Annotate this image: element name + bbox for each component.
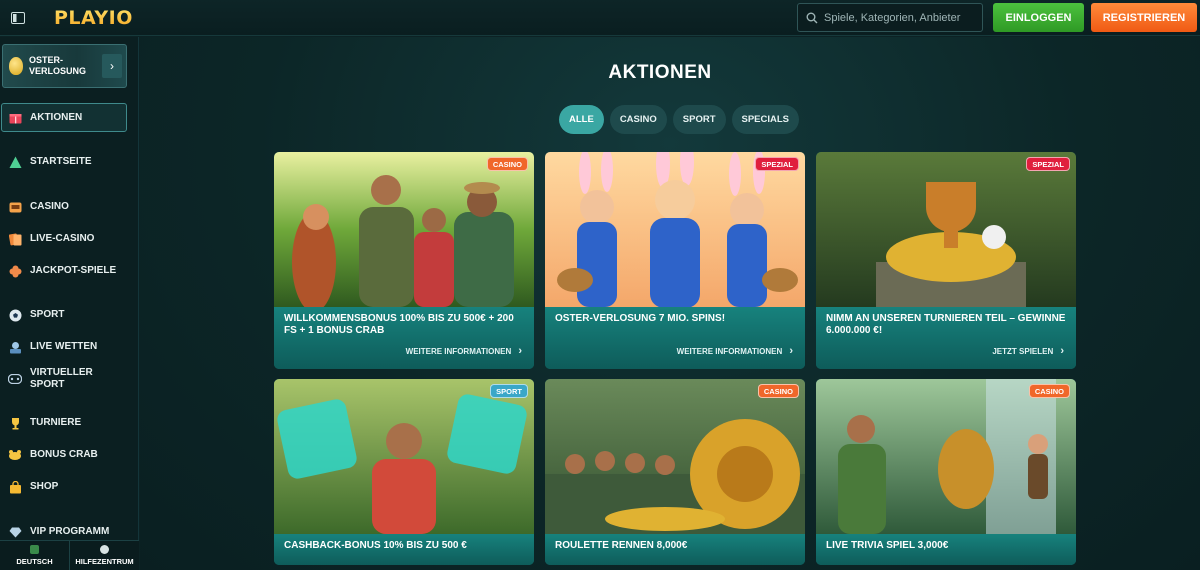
- gamepad-icon: [8, 372, 22, 386]
- card-title: NIMM AN UNSEREN TURNIEREN TEIL – GEWINNE…: [826, 313, 1066, 336]
- card-info: CASHBACK-BONUS 10% BIS ZU 500 €: [274, 534, 534, 565]
- live-icon: [8, 340, 22, 354]
- play-now-link[interactable]: JETZT SPIELEN: [992, 345, 1064, 357]
- promo-image-jungle-trivia: [816, 379, 1076, 534]
- sidebar-item-label: LIVE WETTEN: [30, 341, 98, 352]
- sidebar-item-label: AKTIONEN: [30, 112, 83, 123]
- sidebar-item-label: STARTSEITE: [30, 156, 92, 167]
- promo-card-easter-raffle[interactable]: SPEZIAL OSTER-VERLOSUNG 7 MIO. SPINS! WE…: [545, 152, 805, 369]
- category-badge: SPEZIAL: [1026, 157, 1070, 171]
- sidebar-item-label: SHOP: [30, 481, 59, 492]
- filter-specials[interactable]: SPECIALS: [731, 105, 800, 134]
- top-bar: PLAYIO EINLOGGEN REGISTRIEREN: [0, 0, 1200, 36]
- sidebar-item-live-casino[interactable]: LIVE-CASINO: [8, 232, 133, 246]
- sidebar-item-label: BONUS CRAB: [30, 449, 98, 460]
- sidebar-footer: DEUTSCH HILFEZENTRUM: [0, 540, 139, 570]
- card-title: LIVE TRIVIA SPIEL 3,000€: [826, 540, 949, 551]
- promo-image-dice-cashback: [274, 379, 534, 534]
- sidebar-promo-easter[interactable]: OSTER-VERLOSUNG ›: [2, 44, 127, 88]
- main-content: AKTIONEN ALLE CASINO SPORT SPECIALS CASI…: [140, 37, 1200, 570]
- soccer-ball-icon: [8, 308, 22, 322]
- promo-image-roulette-swamp: [545, 379, 805, 534]
- promo-image-trophy-gold: [816, 152, 1076, 307]
- promo-image-easter-bunnies: [545, 152, 805, 308]
- promo-card-welcome-bonus[interactable]: CASINO WILLKOMMENSBONUS 100% BIS ZU 500€…: [274, 152, 534, 369]
- sidebar-item-label: JACKPOT-SPIELE: [30, 265, 117, 276]
- card-title: CASHBACK-BONUS 10% BIS ZU 500 €: [284, 540, 467, 551]
- promo-card-tournaments[interactable]: SPEZIAL NIMM AN UNSEREN TURNIEREN TEIL –…: [816, 152, 1076, 369]
- sidebar: OSTER-VERLOSUNG › AKTIONEN STARTSEITE CA…: [0, 37, 139, 570]
- language-label: DEUTSCH: [16, 557, 53, 566]
- more-info-link[interactable]: WEITERE INFORMATIONEN: [406, 345, 522, 357]
- help-label: HILFEZENTRUM: [75, 557, 134, 566]
- sidebar-item-label: VIRTUELLER SPORT: [30, 367, 93, 390]
- crab-icon: [8, 448, 22, 462]
- search-input[interactable]: [824, 11, 974, 24]
- shop-bag-icon: [8, 480, 22, 494]
- sidebar-item-virtueller-sport[interactable]: VIRTUELLER SPORT: [8, 367, 133, 391]
- card-info: OSTER-VERLOSUNG 7 MIO. SPINS! WEITERE IN…: [545, 307, 805, 369]
- globe-icon: [30, 545, 39, 554]
- register-button[interactable]: REGISTRIEREN: [1091, 3, 1197, 32]
- page-title: AKTIONEN: [608, 62, 712, 83]
- promo-card-live-trivia[interactable]: CASINO LIVE TRIVIA SPIEL 3,000€: [816, 379, 1076, 565]
- card-title: OSTER-VERLOSUNG 7 MIO. SPINS!: [555, 313, 726, 324]
- search-box[interactable]: [797, 3, 983, 32]
- card-info: ROULETTE RENNEN 8,000€: [545, 534, 805, 565]
- sidebar-item-jackpot[interactable]: JACKPOT-SPIELE: [8, 264, 133, 278]
- more-info-link[interactable]: WEITERE INFORMATIONEN: [677, 345, 793, 357]
- gift-icon: [8, 111, 22, 125]
- sidebar-toggle-icon[interactable]: [0, 0, 36, 36]
- promo-card-roulette-race[interactable]: CASINO ROULETTE RENNEN 8,000€: [545, 379, 805, 565]
- sidebar-item-label: LIVE-CASINO: [30, 233, 95, 244]
- promo-label: OSTER-VERLOSUNG: [29, 55, 87, 76]
- language-selector[interactable]: DEUTSCH: [0, 541, 69, 570]
- sidebar-item-label: CASINO: [30, 201, 69, 212]
- sidebar-item-label: TURNIERE: [30, 417, 82, 428]
- trophy-icon: [8, 416, 22, 430]
- sidebar-item-casino[interactable]: CASINO: [8, 200, 133, 214]
- login-button[interactable]: EINLOGGEN: [993, 3, 1084, 32]
- help-center-link[interactable]: HILFEZENTRUM: [69, 541, 139, 570]
- category-badge: CASINO: [1028, 384, 1070, 398]
- card-info: LIVE TRIVIA SPIEL 3,000€: [816, 534, 1076, 565]
- promo-card-cashback[interactable]: SPORT CASHBACK-BONUS 10% BIS ZU 500 €: [274, 379, 534, 565]
- card-info: NIMM AN UNSEREN TURNIEREN TEIL – GEWINNE…: [816, 307, 1076, 369]
- easter-egg-icon: [9, 57, 23, 75]
- sidebar-item-label: VIP PROGRAMM: [30, 526, 110, 537]
- clover-icon: [8, 264, 22, 278]
- sidebar-item-live-wetten[interactable]: LIVE WETTEN: [8, 340, 133, 354]
- slot-icon: [8, 200, 22, 214]
- card-title: WILLKOMMENSBONUS 100% BIS ZU 500€ + 200 …: [284, 313, 514, 336]
- chevron-right-icon: ›: [102, 54, 122, 78]
- logo[interactable]: PLAYIO: [54, 7, 133, 29]
- sidebar-item-startseite[interactable]: STARTSEITE: [8, 155, 133, 169]
- diamond-icon: [8, 525, 22, 539]
- promo-image-jungle-explorers: [274, 152, 534, 312]
- filter-casino[interactable]: CASINO: [609, 105, 667, 134]
- category-badge: SPEZIAL: [755, 157, 799, 171]
- card-title: ROULETTE RENNEN 8,000€: [555, 540, 688, 551]
- sidebar-item-vip[interactable]: VIP PROGRAMM: [8, 525, 133, 539]
- sidebar-item-turniere[interactable]: TURNIERE: [8, 416, 133, 430]
- filter-sport[interactable]: SPORT: [672, 105, 726, 134]
- card-info: WILLKOMMENSBONUS 100% BIS ZU 500€ + 200 …: [274, 307, 534, 369]
- sidebar-item-aktionen[interactable]: AKTIONEN: [8, 111, 133, 125]
- filter-all[interactable]: ALLE: [559, 105, 604, 134]
- search-icon: [806, 12, 818, 23]
- filter-tabs: ALLE CASINO SPORT SPECIALS: [559, 105, 800, 134]
- help-icon: [100, 545, 109, 554]
- category-badge: CASINO: [757, 384, 799, 398]
- sidebar-item-label: SPORT: [30, 309, 65, 320]
- home-icon: [8, 155, 22, 169]
- sidebar-item-shop[interactable]: SHOP: [8, 480, 133, 494]
- sidebar-item-sport[interactable]: SPORT: [8, 308, 133, 322]
- category-badge: CASINO: [486, 157, 528, 171]
- cards-icon: [8, 232, 22, 246]
- sidebar-item-bonus-crab[interactable]: BONUS CRAB: [8, 448, 133, 462]
- category-badge: SPORT: [490, 384, 528, 398]
